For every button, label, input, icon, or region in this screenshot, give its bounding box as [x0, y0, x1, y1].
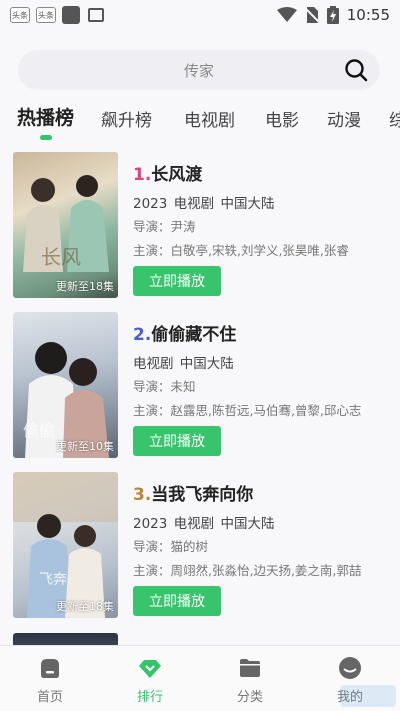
ranking-icon	[139, 660, 161, 678]
search-placeholder: 传家	[183, 61, 214, 80]
rank-number: 3.	[133, 485, 152, 505]
profile-icon	[339, 657, 361, 679]
category-tabs: 热播榜 飙升榜 电视剧 电影 动漫 综艺	[0, 103, 400, 143]
title-text: 长风渡	[151, 165, 203, 185]
cast-line: 主演：周翊然,张淼怡,边天扬,姜之南,郭喆	[133, 563, 362, 578]
episode-badge: 更新至10集	[56, 440, 114, 453]
cast-line: 主演：白敬亭,宋轶,刘学义,张昊唯,张睿	[133, 243, 349, 258]
toutiao-app-icon: 头条	[36, 7, 56, 23]
director-line: 导演：尹涛	[133, 219, 196, 234]
no-sim-icon	[304, 7, 319, 23]
play-now-button[interactable]: 立即播放	[133, 586, 221, 616]
cast-line: 主演：赵露思,陈哲远,马伯骞,曾黎,邱心志	[133, 403, 362, 418]
nav-category[interactable]: 分类	[200, 646, 300, 711]
nav-home[interactable]: 首页	[0, 646, 100, 711]
svg-text:飞奔: 飞奔	[39, 572, 67, 588]
play-now-button[interactable]: 立即播放	[133, 266, 221, 296]
svg-text:长风: 长风	[41, 245, 81, 269]
app-notification-icon	[62, 6, 80, 24]
rank-number: 2.	[133, 325, 152, 345]
episode-badge: 更新至18集	[56, 280, 114, 293]
rank-number: 1.	[133, 165, 152, 185]
ranking-list: 长风 更新至18集 1.长风渡 2023 电视剧 中国大陆 导演：尹涛 主演：白…	[0, 152, 400, 632]
poster-image[interactable]: 飞奔 更新至18集	[13, 472, 118, 618]
home-icon	[41, 659, 59, 678]
list-item[interactable]: 偷偷 更新至10集 2.偷偷藏不住 电视剧 中国大陆 导演：未知 主演：赵露思,…	[0, 312, 400, 472]
svg-text:偷偷: 偷偷	[23, 421, 55, 440]
title-text: 偷偷藏不住	[151, 325, 237, 345]
episode-badge: 更新至18集	[56, 600, 114, 613]
active-tab-indicator	[39, 135, 52, 140]
director-line: 导演：猫的树	[133, 539, 209, 554]
watermark-logo	[340, 685, 396, 707]
list-item[interactable]: 飞奔 更新至18集 3.当我飞奔向你 2023 电视剧 中国大陆 导演：猫的树 …	[0, 472, 400, 632]
nav-ranking[interactable]: 排行	[100, 646, 200, 711]
image-icon	[88, 8, 104, 22]
tab-variety[interactable]: 综艺	[389, 106, 400, 131]
show-title[interactable]: 3.当我飞奔向你	[133, 480, 393, 506]
poster-art: 飞奔	[13, 472, 118, 618]
nav-label: 分类	[236, 690, 263, 705]
poster-image[interactable]	[13, 633, 118, 645]
play-now-button[interactable]: 立即播放	[133, 426, 221, 456]
tab-rising[interactable]: 飙升榜	[101, 106, 152, 131]
wifi-icon	[276, 7, 297, 22]
folder-icon	[240, 659, 260, 677]
poster-art: 长风	[23, 175, 109, 272]
battery-charging-icon	[326, 6, 339, 24]
search-icon[interactable]	[344, 58, 368, 82]
nav-label: 首页	[36, 690, 63, 705]
show-meta: 电视剧 中国大陆	[133, 356, 234, 372]
director-line: 导演：未知	[133, 379, 196, 394]
show-meta: 2023 电视剧 中国大陆	[133, 196, 275, 212]
tab-anime[interactable]: 动漫	[327, 106, 361, 131]
title-text: 当我飞奔向你	[151, 485, 254, 505]
list-item[interactable]: 长风 更新至18集 1.长风渡 2023 电视剧 中国大陆 导演：尹涛 主演：白…	[0, 152, 400, 312]
clock: 10:55	[346, 6, 390, 24]
tab-movies[interactable]: 电影	[265, 106, 299, 131]
show-title[interactable]: 2.偷偷藏不住	[133, 320, 393, 346]
toutiao-app-icon: 头条	[10, 7, 30, 23]
poster-image[interactable]: 长风 更新至18集	[13, 152, 118, 298]
show-title[interactable]: 1.长风渡	[133, 160, 393, 186]
poster-image[interactable]: 偷偷 更新至10集	[13, 312, 118, 458]
tab-hot[interactable]: 热播榜	[17, 103, 74, 140]
bottom-navigation: 首页 排行 分类 我的	[0, 645, 400, 711]
show-meta: 2023 电视剧 中国大陆	[133, 516, 275, 532]
status-bar: 头条 头条 10:55	[0, 0, 400, 30]
tab-tv-series[interactable]: 电视剧	[184, 106, 235, 131]
poster-art: 偷偷	[23, 342, 109, 458]
nav-label: 排行	[136, 690, 163, 705]
search-input[interactable]: 传家	[18, 50, 380, 90]
